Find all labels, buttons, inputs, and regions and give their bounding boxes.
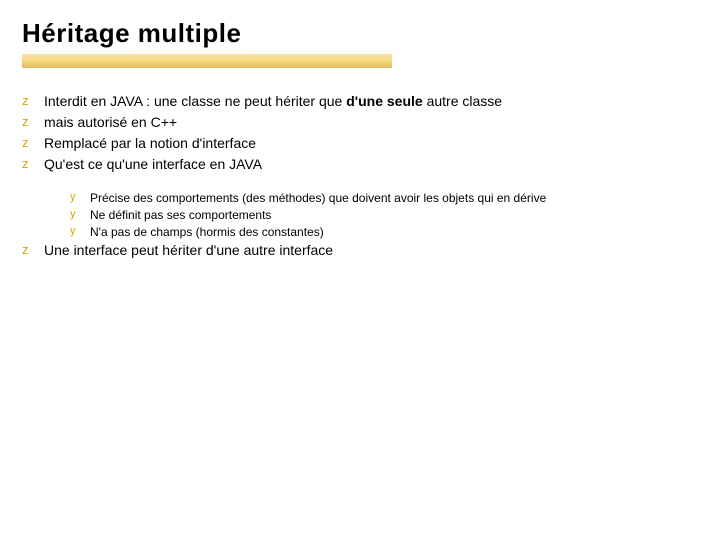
z-bullet-icon: z [22, 155, 44, 173]
text-pre: Interdit en JAVA : une classe ne peut hé… [44, 93, 346, 109]
text-bold: d'une seule [346, 93, 422, 109]
list-item: z Qu'est ce qu'une interface en JAVA [22, 155, 698, 174]
slide-content: z Interdit en JAVA : une classe ne peut … [22, 92, 698, 262]
list-item: z Remplacé par la notion d'interface [22, 134, 698, 153]
list-item: y Précise des comportements (des méthode… [70, 190, 698, 206]
list-item: z Une interface peut hériter d'une autre… [22, 241, 698, 260]
list-item: y Ne définit pas ses comportements [70, 207, 698, 223]
list-item-text: N'a pas de champs (hormis des constantes… [90, 224, 698, 240]
z-bullet-icon: z [22, 113, 44, 131]
list-item-text: Précise des comportements (des méthodes)… [90, 190, 698, 206]
z-bullet-icon: z [22, 92, 44, 110]
list-item-text: Ne définit pas ses comportements [90, 207, 698, 223]
z-bullet-icon: z [22, 134, 44, 152]
main-list: z Interdit en JAVA : une classe ne peut … [22, 92, 698, 174]
slide-title: Héritage multiple [22, 18, 698, 49]
sub-list: y Précise des comportements (des méthode… [70, 190, 698, 241]
list-item-text: Qu'est ce qu'une interface en JAVA [44, 155, 698, 174]
after-list: z Une interface peut hériter d'une autre… [22, 241, 698, 260]
text-post: autre classe [423, 93, 502, 109]
list-item-text: Une interface peut hériter d'une autre i… [44, 241, 698, 260]
list-item: y N'a pas de champs (hormis des constant… [70, 224, 698, 240]
y-bullet-icon: y [70, 224, 90, 239]
list-item-text: Remplacé par la notion d'interface [44, 134, 698, 153]
slide: Héritage multiple z Interdit en JAVA : u… [0, 0, 720, 540]
z-bullet-icon: z [22, 241, 44, 259]
sub-list-container: y Précise des comportements (des méthode… [70, 190, 698, 241]
y-bullet-icon: y [70, 207, 90, 222]
y-bullet-icon: y [70, 190, 90, 205]
list-item-text: Interdit en JAVA : une classe ne peut hé… [44, 92, 698, 111]
list-item: z mais autorisé en C++ [22, 113, 698, 132]
list-item: z Interdit en JAVA : une classe ne peut … [22, 92, 698, 111]
title-underline [22, 54, 392, 68]
list-item-text: mais autorisé en C++ [44, 113, 698, 132]
